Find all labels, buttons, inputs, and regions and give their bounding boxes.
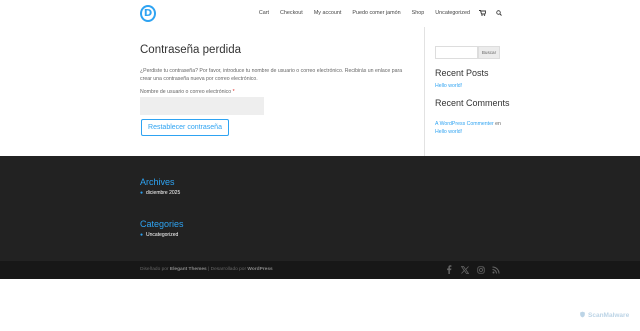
recent-post-link[interactable]: Hello world!	[435, 82, 462, 90]
credits-theme-link[interactable]: Elegant Themes	[170, 267, 207, 272]
credits-platform-link[interactable]: WordPress	[247, 267, 272, 272]
watermark-shield-icon	[579, 311, 586, 320]
search-icon[interactable]	[495, 9, 502, 16]
recent-comments-title: Recent Comments	[435, 98, 510, 108]
categories-item-label[interactable]: Uncategorized	[146, 232, 178, 238]
site-footer	[0, 156, 640, 261]
sidebar-search-input[interactable]	[435, 46, 478, 59]
archives-item[interactable]: ● diciembre 2025	[140, 190, 180, 196]
username-field-label: Nombre de usuario o correo electrónico *	[140, 89, 235, 95]
categories-item[interactable]: ● Uncategorized	[140, 232, 178, 238]
credits-prefix: Diseñado por	[140, 267, 169, 272]
credits-mid: | Desarrollado por	[208, 267, 247, 272]
archives-title: Archives	[140, 177, 175, 187]
page-title: Contraseña perdida	[140, 44, 242, 56]
instagram-icon[interactable]	[476, 265, 485, 274]
cart-icon[interactable]	[479, 9, 486, 16]
nav-item-shop[interactable]: Shop	[412, 10, 425, 16]
lost-password-description: ¿Perdiste tu contraseña? Por favor, intr…	[140, 68, 403, 82]
site-header: D Cart Checkout My account Puedo comer j…	[0, 0, 640, 27]
bullet-icon: ●	[140, 190, 144, 196]
sidebar-divider	[424, 27, 425, 156]
comment-author-link[interactable]: A WordPress Commenter	[435, 121, 494, 127]
site-logo[interactable]: D	[140, 5, 156, 22]
footer-credits: Diseñado por Elegant Themes | Desarrolla…	[140, 267, 273, 272]
nav-item-my-account[interactable]: My account	[314, 10, 342, 16]
x-twitter-icon[interactable]	[460, 265, 469, 274]
watermark: ScanMalware	[579, 311, 629, 320]
main-content	[0, 27, 640, 156]
sidebar-search-button[interactable]: Buscar	[478, 46, 500, 59]
footer-bottom-bar	[0, 261, 640, 279]
categories-title: Categories	[140, 219, 184, 229]
nav-item-puedo-comer-jamon[interactable]: Puedo comer jamón	[352, 10, 400, 16]
watermark-text: ScanMalware	[588, 312, 630, 319]
logo-letter: D	[143, 7, 153, 19]
comment-post-link[interactable]: Hello world!	[435, 129, 462, 135]
nav-item-uncategorized[interactable]: Uncategorized	[435, 10, 470, 16]
recent-posts-title: Recent Posts	[435, 68, 489, 78]
archives-item-label[interactable]: diciembre 2025	[146, 190, 180, 196]
username-field-label-text: Nombre de usuario o correo electrónico	[140, 89, 232, 95]
facebook-icon[interactable]	[444, 265, 453, 274]
reset-password-button[interactable]: Restablecer contraseña	[141, 119, 229, 136]
recent-comment-item: A WordPress Commenter en Hello world!	[435, 120, 505, 136]
required-mark: *	[232, 89, 235, 95]
bullet-icon: ●	[140, 232, 144, 238]
nav-item-checkout[interactable]: Checkout	[280, 10, 303, 16]
comment-on-text: en	[495, 121, 501, 127]
main-nav: Cart Checkout My account Puedo comer jam…	[248, 9, 502, 16]
nav-item-cart[interactable]: Cart	[259, 10, 269, 16]
rss-icon[interactable]	[491, 265, 500, 274]
username-email-input[interactable]	[140, 97, 264, 115]
